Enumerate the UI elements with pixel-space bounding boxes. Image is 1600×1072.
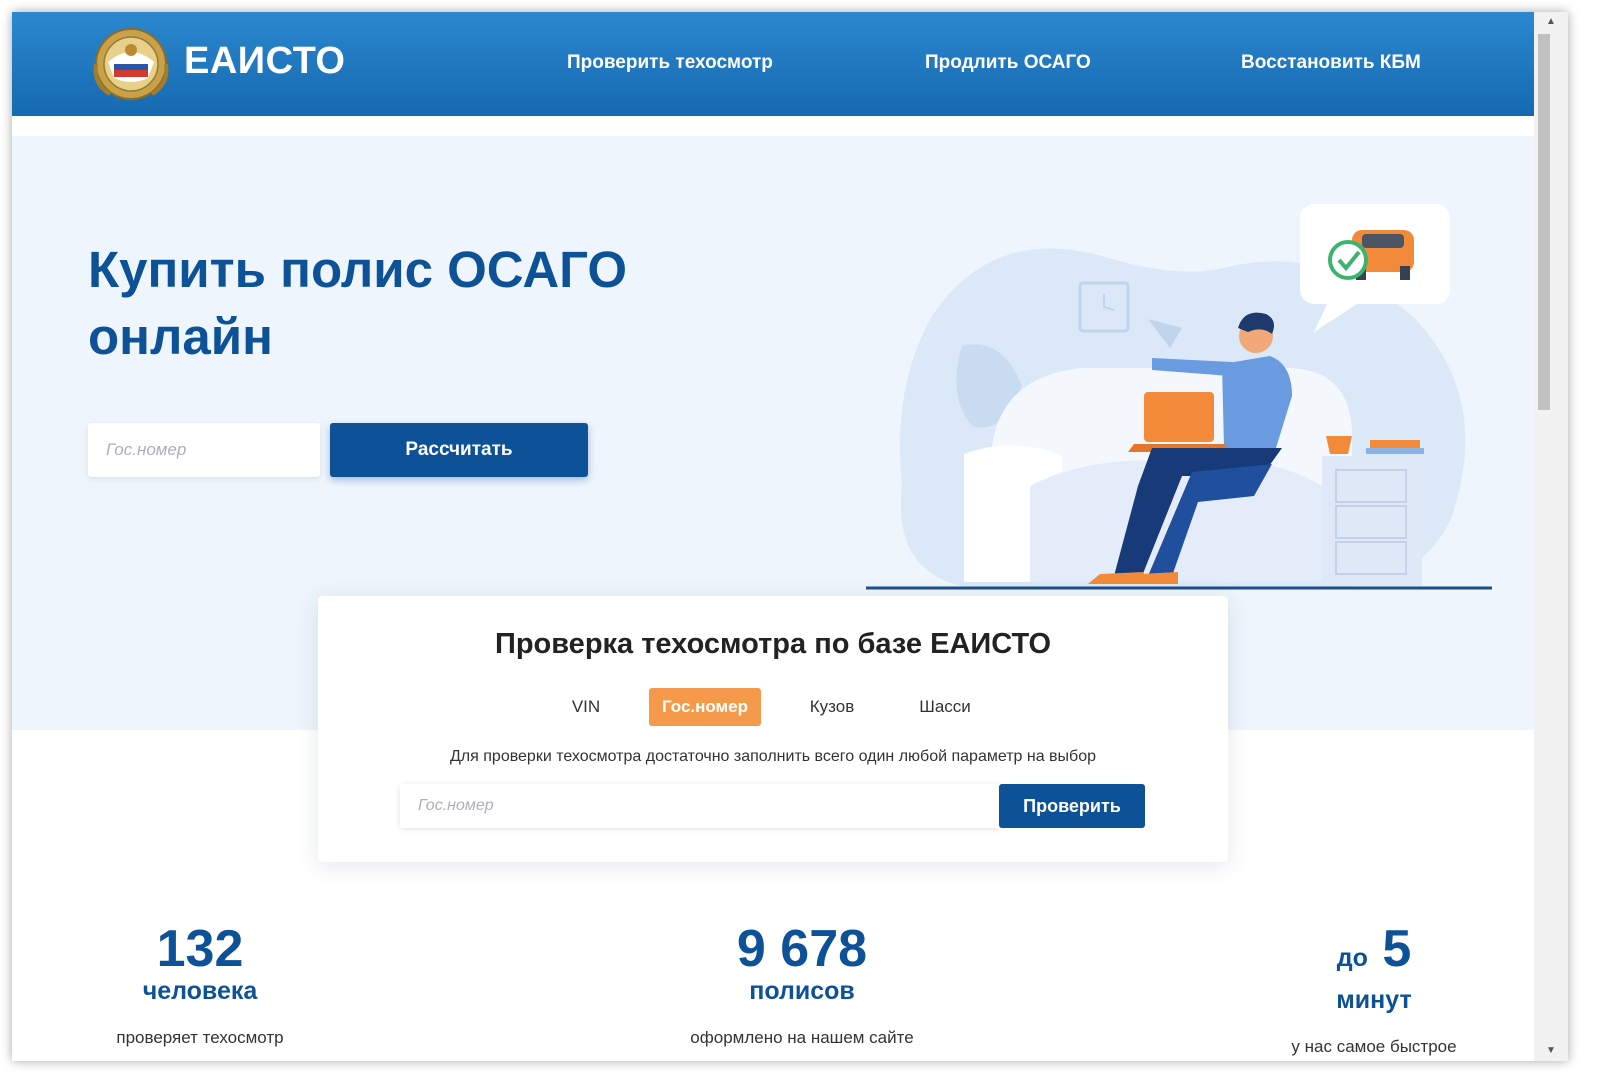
tab-chassis[interactable]: Шасси [906, 688, 984, 726]
stat-people: 132 человека проверяет техосмотр [100, 922, 300, 1048]
stat-description: оформлено на нашем сайте [690, 1028, 914, 1047]
header-divider [12, 116, 1534, 136]
tab-plate[interactable]: Гос.номер [649, 688, 761, 726]
stat-unit: минут [1336, 986, 1412, 1014]
hero-plate-input[interactable] [88, 423, 320, 477]
check-hint: Для проверки техосмотра достаточно запол… [449, 748, 1097, 765]
check-title: Проверка техосмотра по базе ЕАИСТО [494, 628, 1052, 660]
arrow-up-icon[interactable]: ▲ [1534, 12, 1568, 32]
calculate-button[interactable]: Рассчитать [330, 423, 588, 477]
stat-prefix: до [1336, 944, 1368, 972]
stat-minutes: до 5 минут у нас самое быстрое [1264, 922, 1484, 1057]
nav-check-inspection[interactable]: Проверить техосмотр [567, 52, 773, 74]
nav-renew-osago[interactable]: Продлить ОСАГО [925, 52, 1091, 74]
arrow-down-icon[interactable]: ▼ [1534, 1041, 1568, 1061]
page-viewport: ЕАИСТО Проверить техосмотр Продлить ОСАГ… [12, 12, 1534, 1061]
page-scrollbar[interactable]: ▲ ▼ [1534, 12, 1568, 1061]
hero-illustration [866, 204, 1492, 590]
check-tabs: VIN Гос.номер Кузов Шасси [318, 688, 1228, 726]
inspection-check-card: Проверка техосмотра по базе ЕАИСТО VIN Г… [318, 596, 1228, 862]
stat-number: 5 [1382, 920, 1412, 978]
check-button[interactable]: Проверить [999, 784, 1145, 828]
check-plate-input[interactable] [400, 784, 1000, 828]
hero-title: Купить полис ОСАГО онлайн [88, 241, 628, 365]
nav-restore-kbm[interactable]: Восстановить КБМ [1241, 52, 1421, 74]
stat-number: 9 678 [736, 920, 868, 978]
stat-description: у нас самое быстрое [1291, 1037, 1457, 1056]
stat-policies: 9 678 полисов оформлено на нашем сайте [652, 922, 952, 1048]
tab-body[interactable]: Кузов [796, 688, 868, 726]
tab-vin[interactable]: VIN [556, 688, 616, 726]
stat-number-row: до 5 [1264, 922, 1484, 985]
site-brand[interactable]: ЕАИСТО [184, 40, 345, 83]
scrollbar-thumb[interactable] [1538, 34, 1550, 410]
browser-window: ЕАИСТО Проверить техосмотр Продлить ОСАГ… [12, 12, 1568, 1061]
site-header: ЕАИСТО Проверить техосмотр Продлить ОСАГ… [12, 12, 1534, 116]
stat-unit: полисов [749, 977, 855, 1005]
stat-number: 132 [156, 920, 244, 978]
stat-unit: человека [142, 977, 258, 1005]
emblem-icon[interactable] [88, 24, 174, 102]
stat-description: проверяет техосмотр [116, 1028, 284, 1047]
